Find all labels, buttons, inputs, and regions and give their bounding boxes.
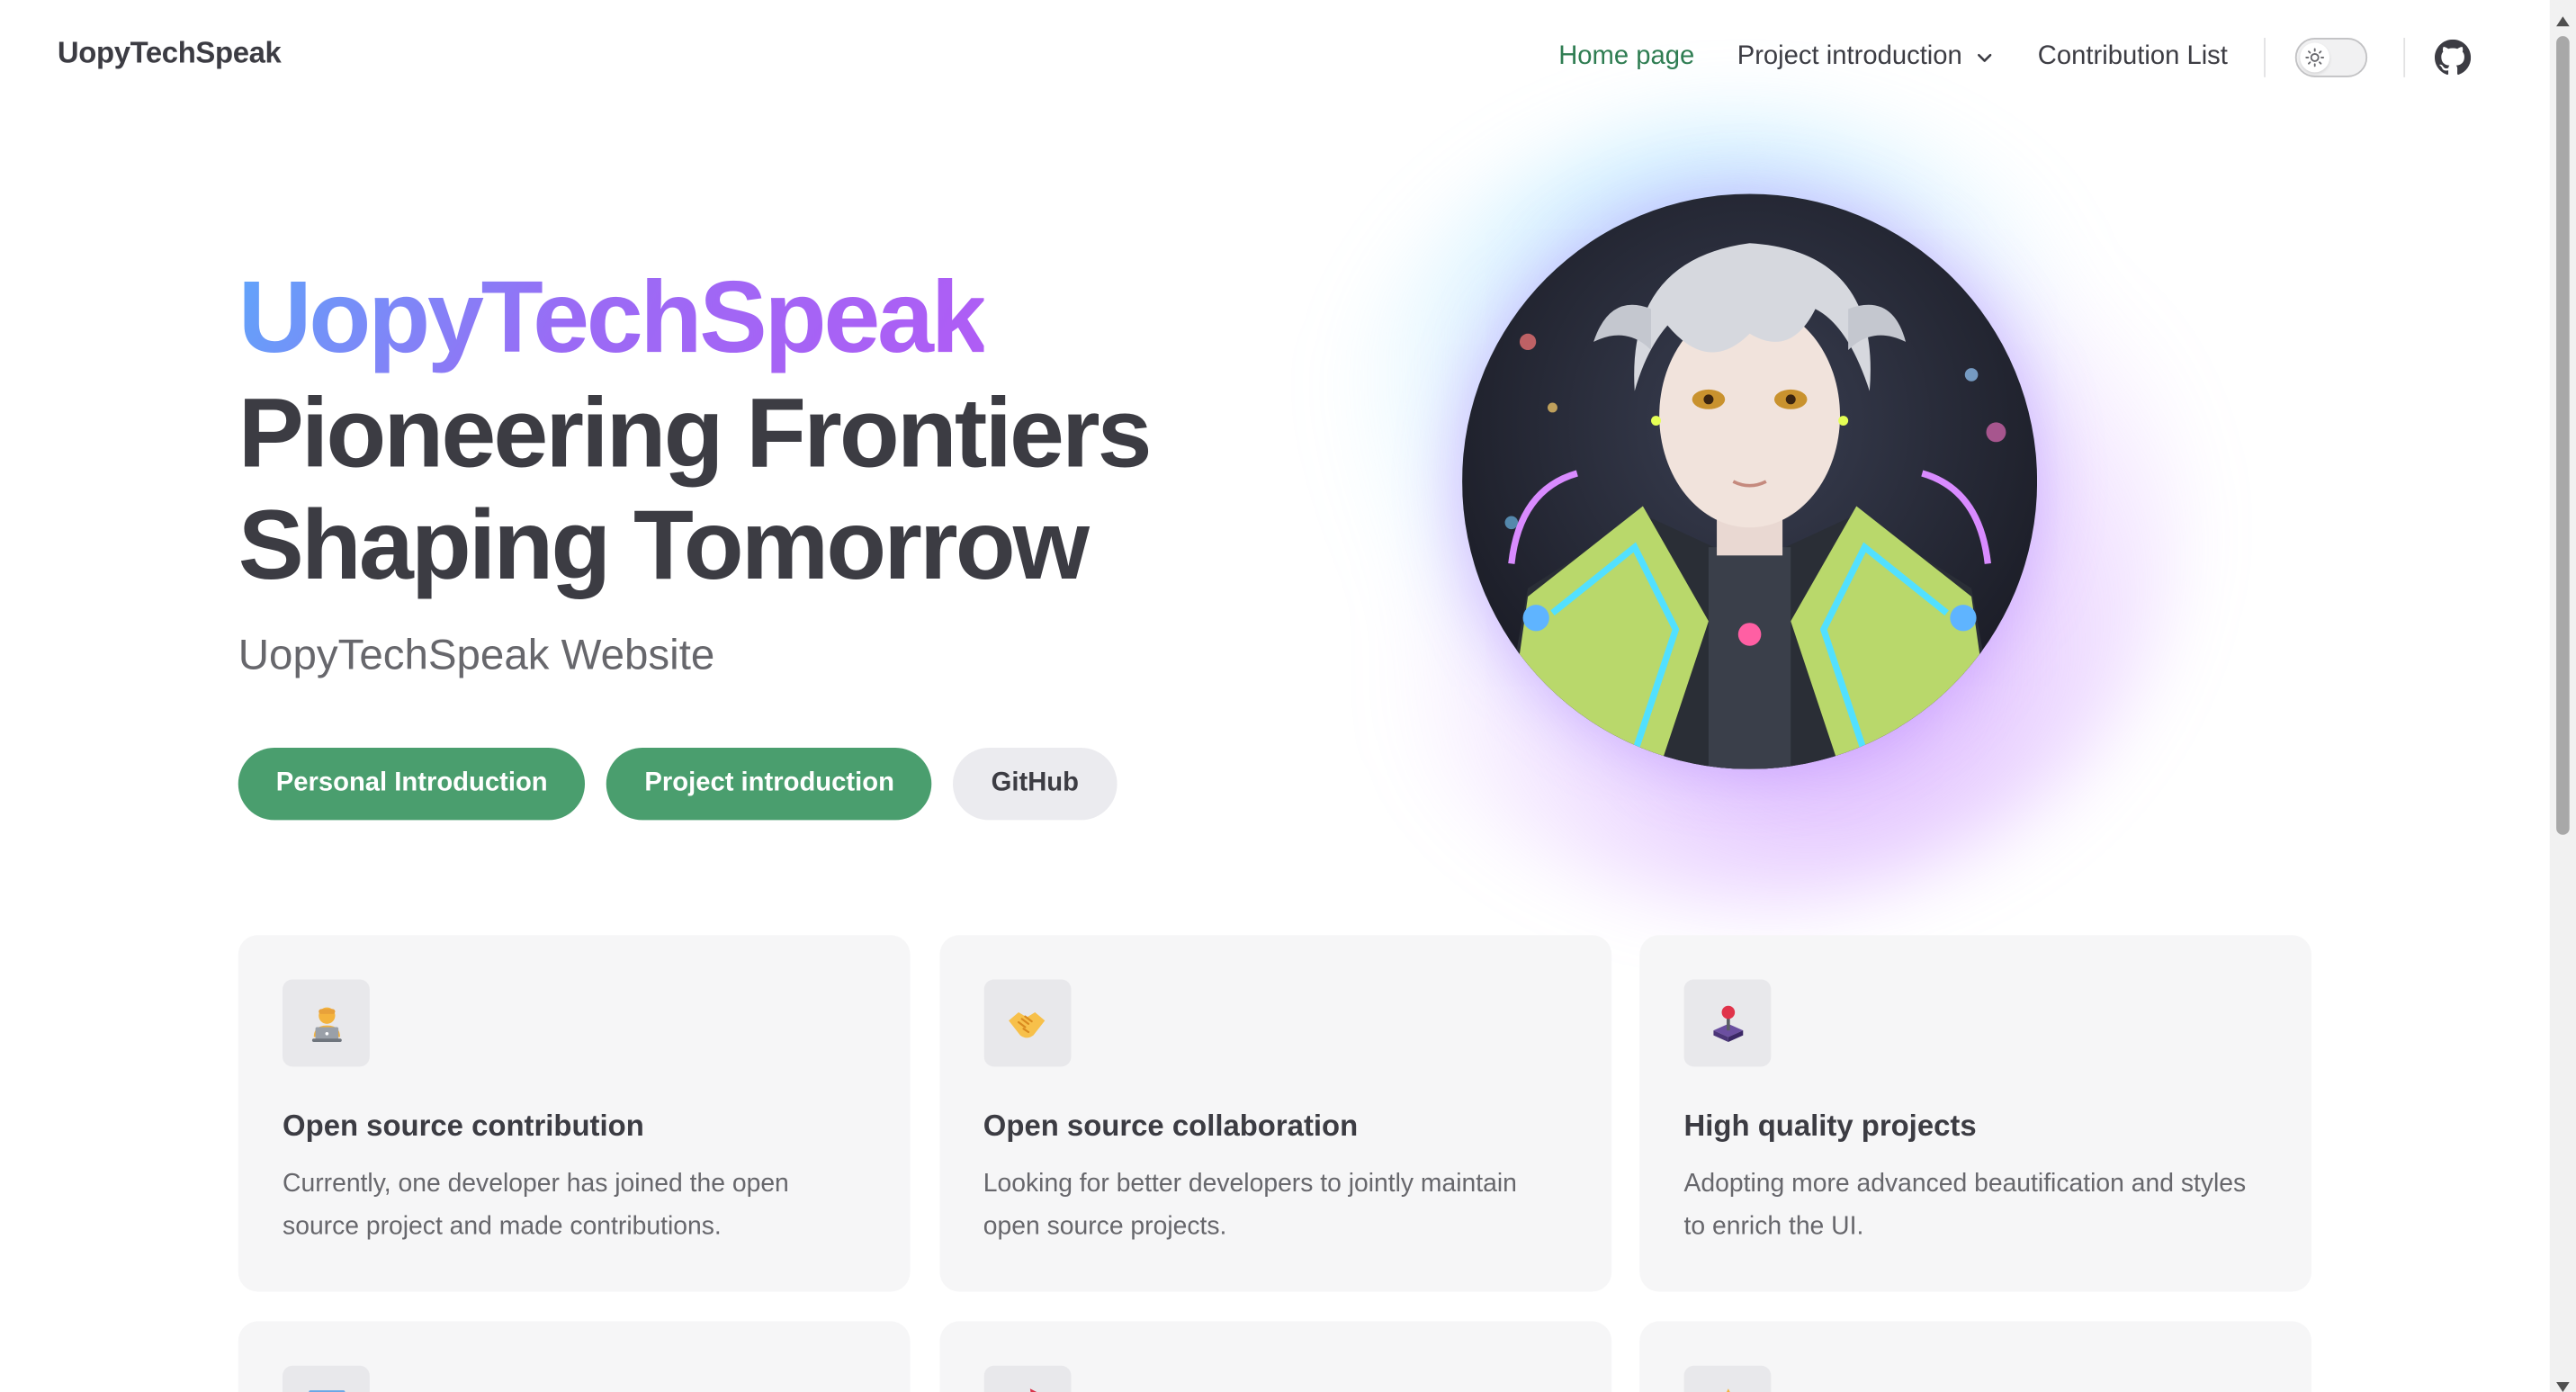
project-introduction-button[interactable]: Project introduction [606,748,932,821]
feature-title: Open source collaboration [983,1109,1359,1143]
scroll-up-arrow-icon[interactable] [2554,6,2571,27]
feature-title: Open source contribution [283,1109,644,1143]
hero-text: Pioneering Frontiers Shaping Tomorrow [238,378,1290,601]
joystick-icon [1683,979,1772,1067]
nav-contribution-list[interactable]: Contribution List [2038,42,2228,72]
scroll-down-arrow-icon[interactable] [2554,1372,2571,1392]
hero-text-line-1: Pioneering Frontiers [238,378,1153,489]
site-title[interactable]: UopyTechSpeak [58,36,282,70]
rocket-icon [983,1365,1071,1392]
nav-divider [2264,38,2266,77]
technologist-icon [283,979,370,1067]
feature-details: Currently, one developer has joined the … [283,1170,789,1241]
personal-introduction-button[interactable]: Personal Introduction [238,748,586,821]
scrollbar-thumb[interactable] [2556,36,2570,835]
hero-text-line-2: Shaping Tomorrow [238,489,1090,600]
feature-card: Open source collaboration Looking for be… [938,935,1611,1292]
feature-card [1639,1321,2312,1392]
hero-tagline: UopyTechSpeak Website [238,629,715,679]
nav-project-introduction[interactable]: Project introduction [1737,42,1996,72]
theme-toggle[interactable] [2294,38,2368,77]
hero-name: UopyTechSpeak [238,260,988,379]
nav-links: Home page Project introduction Contribut… [1516,26,2472,88]
nav-divider [2403,38,2406,77]
handshake-icon [983,979,1071,1067]
nav-project-introduction-label: Project introduction [1737,42,1962,71]
hero-avatar-image [1462,193,2038,769]
star-icon [1683,1365,1772,1392]
feature-details: Looking for better developers to jointly… [983,1170,1517,1241]
monitor-icon [283,1365,370,1392]
feature-card [238,1321,911,1392]
feature-title: High quality projects [1683,1109,1977,1143]
hero-actions: Personal Introduction Project introducti… [238,748,1138,821]
page-scrollbar[interactable] [2549,0,2576,1392]
chevron-down-icon [1975,48,1995,67]
sun-icon [2300,42,2330,73]
feature-card: Open source contribution Currently, one … [238,935,911,1292]
page: UopyTechSpeak Home page Project introduc… [0,0,2576,1392]
feature-details: Adopting more advanced beautification an… [1683,1170,2247,1241]
github-icon[interactable] [2434,39,2472,76]
github-button[interactable]: GitHub [953,748,1117,821]
top-navbar: UopyTechSpeak Home page Project introduc… [0,0,2550,115]
nav-home-page[interactable]: Home page [1558,42,1694,72]
features-grid: Open source contribution Currently, one … [238,935,2312,1392]
feature-card: High quality projects Adopting more adva… [1639,935,2312,1292]
feature-card [938,1321,1611,1392]
